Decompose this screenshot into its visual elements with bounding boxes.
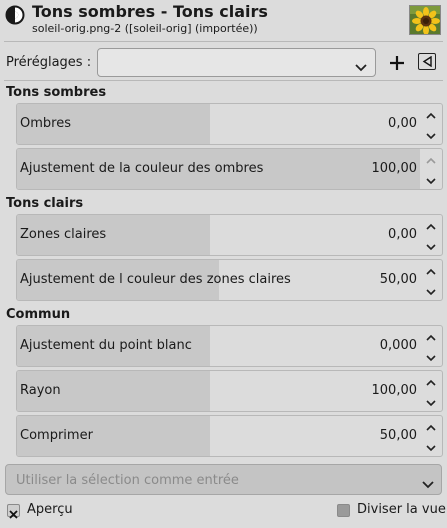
spin-up-icon[interactable] [424, 153, 438, 167]
presets-row: Préréglages : [0, 47, 447, 77]
slider-label: Comprimer [20, 428, 93, 443]
slider-value[interactable]: 100,00 [372, 161, 418, 176]
spin-down-icon[interactable] [424, 173, 438, 187]
spin-up-icon[interactable] [424, 330, 438, 344]
slider-value[interactable]: 0,000 [380, 338, 417, 353]
slider-label: Rayon [20, 383, 61, 398]
add-preset-button[interactable] [388, 54, 406, 72]
slider-highlight-color-adjust[interactable]: Ajustement de l couleur des zones claire… [16, 259, 443, 301]
spin-down-icon[interactable] [424, 350, 438, 364]
slider-value[interactable]: 0,00 [388, 116, 417, 131]
slider-radius[interactable]: Rayon 100,00 [16, 370, 443, 412]
selection-input-text: Utiliser la sélection comme entrée [16, 473, 239, 488]
dialog-header: Tons sombres - Tons clairs soleil-orig.p… [0, 0, 447, 42]
preview-toggle[interactable]: Aperçu [7, 502, 107, 520]
slider-label: Zones claires [20, 227, 107, 242]
sunflower-thumbnail-icon [409, 5, 441, 35]
spin-down-icon[interactable] [424, 284, 438, 298]
spin-up-icon[interactable] [424, 264, 438, 278]
cross-check-icon [9, 510, 18, 519]
presets-label: Préréglages : [6, 55, 92, 70]
shadows-highlights-icon [5, 5, 25, 25]
slider-value[interactable]: 100,00 [372, 383, 418, 398]
slider-highlights[interactable]: Zones claires 0,00 [16, 214, 443, 256]
slider-label: Ajustement du point blanc [20, 338, 192, 353]
image-subtitle: soleil-orig.png-2 ([soleil-orig] (import… [32, 22, 258, 35]
preview-checkbox[interactable] [7, 504, 20, 519]
plus-icon [390, 56, 404, 70]
section-title-shadows: Tons sombres [6, 85, 107, 100]
chevron-down-icon [422, 475, 434, 489]
spin-down-icon[interactable] [424, 440, 438, 454]
preview-label: Aperçu [27, 502, 73, 517]
spin-up-icon[interactable] [424, 375, 438, 389]
slider-white-point-adjust[interactable]: Ajustement du point blanc 0,000 [16, 325, 443, 367]
slider-label: Ombres [20, 116, 71, 131]
slider-value[interactable]: 0,00 [388, 227, 417, 242]
section-title-highlights: Tons clairs [6, 196, 84, 211]
header-divider [4, 41, 443, 42]
section-title-common: Commun [6, 307, 71, 322]
spin-up-icon[interactable] [424, 420, 438, 434]
presets-combo[interactable] [97, 48, 376, 77]
presets-menu-button[interactable] [418, 53, 436, 70]
slider-value[interactable]: 50,00 [380, 272, 417, 287]
split-view-label: Diviser la vue [357, 502, 446, 517]
spin-down-icon[interactable] [424, 395, 438, 409]
slider-shadow-color-adjust[interactable]: Ajustement de la couleur des ombres 100,… [16, 148, 443, 190]
dialog-title: Tons sombres - Tons clairs [32, 2, 268, 21]
slider-label: Ajustement de la couleur des ombres [20, 161, 264, 176]
slider-value[interactable]: 50,00 [380, 428, 417, 443]
spin-down-icon[interactable] [424, 128, 438, 142]
spin-up-icon[interactable] [424, 219, 438, 233]
split-view-toggle[interactable]: Diviser la vue [337, 502, 446, 520]
slider-compress[interactable]: Comprimer 50,00 [16, 415, 443, 457]
slider-shadows[interactable]: Ombres 0,00 [16, 103, 443, 145]
split-view-checkbox[interactable] [337, 504, 350, 517]
spin-down-icon[interactable] [424, 239, 438, 253]
spin-up-icon[interactable] [424, 108, 438, 122]
triangle-menu-icon [422, 56, 432, 67]
chevron-down-icon [355, 58, 367, 72]
presets-divider [4, 80, 443, 81]
selection-input-combo[interactable]: Utiliser la sélection comme entrée [5, 464, 442, 495]
slider-label: Ajustement de l couleur des zones claire… [20, 272, 291, 287]
